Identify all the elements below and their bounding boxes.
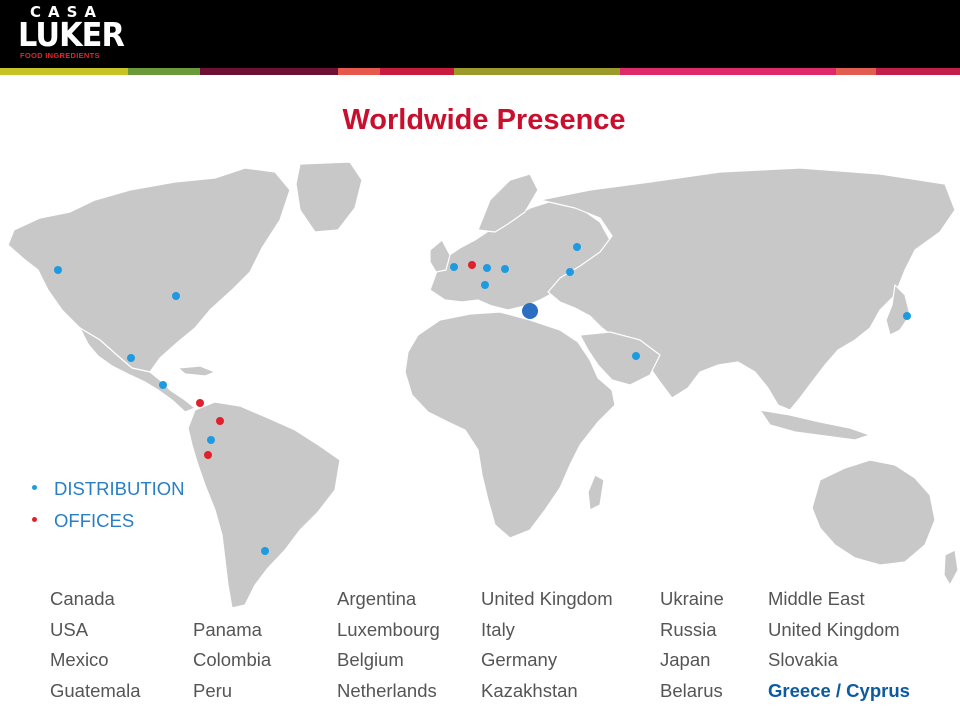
world-map — [0, 160, 960, 615]
country-item: Slovakia — [768, 649, 910, 680]
marker-distribution-russia — [573, 243, 581, 251]
country-item-highlighted: Greece / Cyprus — [768, 680, 910, 710]
country-item: Belgium — [337, 649, 440, 680]
country-item: Russia — [660, 619, 724, 650]
land-se-asia — [760, 410, 870, 440]
marker-office-colombia — [216, 417, 224, 425]
marker-distribution-germany — [483, 264, 491, 272]
marker-distribution-argentina — [261, 547, 269, 555]
country-item: Ukraine — [660, 588, 724, 619]
land-south-america — [188, 402, 340, 608]
color-stripe — [0, 68, 960, 75]
country-list: Canada USA Mexico Guatemala Panama Colom… — [0, 588, 960, 705]
marker-distribution-slovakia — [501, 265, 509, 273]
land-madagascar — [588, 475, 604, 510]
country-item: Colombia — [193, 649, 271, 680]
country-item — [193, 588, 271, 619]
country-item: Canada — [50, 588, 141, 619]
marker-distribution-japan — [903, 312, 911, 320]
office-dot-icon — [32, 517, 37, 522]
casa-luker-logo[interactable]: CASA LUKER FOOD INGREDIENTS — [14, 3, 114, 63]
stripe-segment — [620, 68, 836, 75]
country-item: United Kingdom — [768, 619, 910, 650]
country-item: Italy — [481, 619, 613, 650]
marker-distribution-ukraine — [566, 268, 574, 276]
land-greenland — [296, 162, 362, 232]
country-item: Luxembourg — [337, 619, 440, 650]
land-new-zealand — [944, 550, 958, 585]
country-item: Argentina — [337, 588, 440, 619]
country-column-2: Panama Colombia Peru — [193, 588, 271, 710]
country-item: Guatemala — [50, 680, 141, 710]
marker-office-netherlands — [468, 261, 476, 269]
marker-distribution-italy — [481, 281, 489, 289]
country-item: USA — [50, 619, 141, 650]
marker-distribution-uk — [450, 263, 458, 271]
stripe-segment — [0, 68, 128, 75]
marker-distribution-mexico — [127, 354, 135, 362]
marker-distribution-canada-west — [54, 266, 62, 274]
page-title: Worldwide Presence — [0, 104, 960, 137]
stripe-segment — [836, 68, 876, 75]
land-caribbean — [178, 366, 215, 376]
land-north-america — [8, 168, 290, 372]
country-item: Belarus — [660, 680, 724, 710]
country-item: Japan — [660, 649, 724, 680]
marker-distribution-middle-east — [632, 352, 640, 360]
distribution-dot-icon — [32, 485, 37, 490]
stripe-segment — [128, 68, 200, 75]
country-column-3: Argentina Luxembourg Belgium Netherlands — [337, 588, 440, 710]
legend-offices-label: OFFICES — [54, 510, 134, 532]
country-column-4: United Kingdom Italy Germany Kazakhstan — [481, 588, 613, 710]
stripe-segment — [338, 68, 380, 75]
country-item: Netherlands — [337, 680, 440, 710]
stripe-segment — [200, 68, 338, 75]
country-item: Mexico — [50, 649, 141, 680]
land-australia — [812, 460, 935, 565]
marker-hq-greece-cyprus — [522, 303, 538, 319]
marker-distribution-guatemala — [159, 381, 167, 389]
country-item: Germany — [481, 649, 613, 680]
logo-subtitle: FOOD INGREDIENTS — [20, 51, 100, 60]
country-column-6: Middle East United Kingdom Slovakia Gree… — [768, 588, 910, 710]
land-uk — [430, 240, 450, 272]
country-item: Middle East — [768, 588, 910, 619]
land-africa — [405, 312, 615, 538]
legend-distribution-label: DISTRIBUTION — [54, 478, 185, 500]
land-asia — [540, 168, 955, 410]
stripe-segment — [380, 68, 454, 75]
marker-office-peru — [204, 451, 212, 459]
logo-luker-text: LUKER — [18, 15, 124, 54]
marker-distribution-usa — [172, 292, 180, 300]
country-column-5: Ukraine Russia Japan Belarus — [660, 588, 724, 710]
stripe-segment — [454, 68, 620, 75]
country-item: Panama — [193, 619, 271, 650]
country-item: Peru — [193, 680, 271, 710]
country-item: United Kingdom — [481, 588, 613, 619]
stripe-segment — [876, 68, 960, 75]
marker-office-panama — [196, 399, 204, 407]
country-item: Kazakhstan — [481, 680, 613, 710]
marker-distribution-ecuador — [207, 436, 215, 444]
country-column-1: Canada USA Mexico Guatemala — [50, 588, 141, 710]
header-bar: CASA LUKER FOOD INGREDIENTS — [0, 0, 960, 68]
